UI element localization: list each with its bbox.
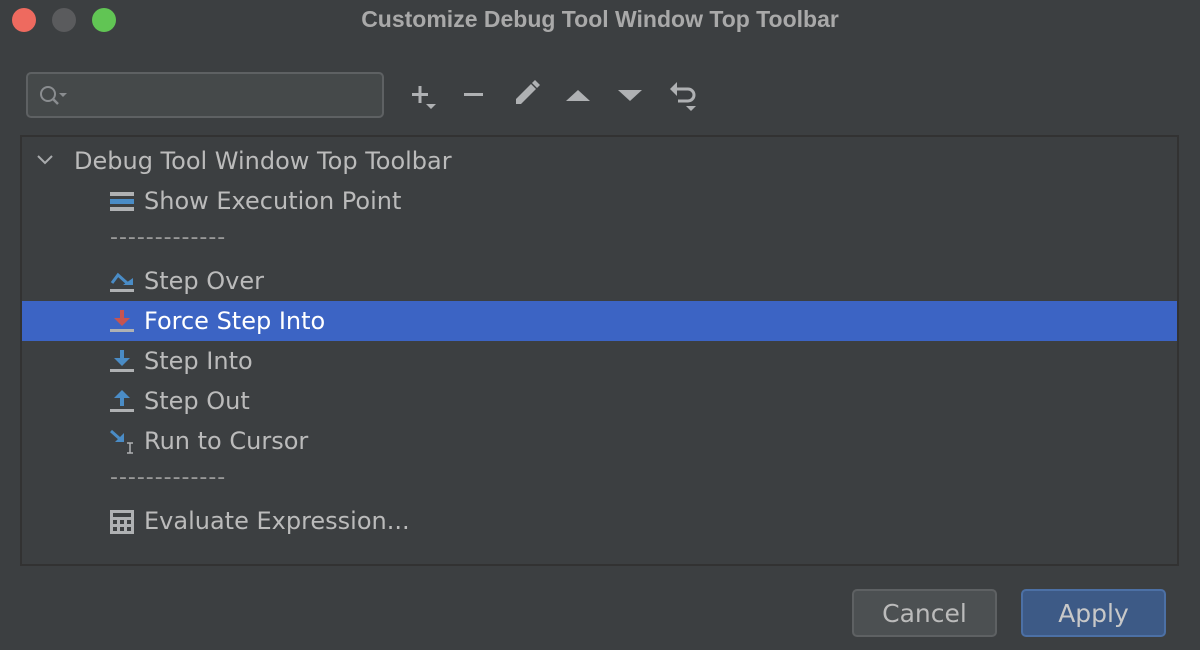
tree-item-label: Show Execution Point <box>144 187 402 215</box>
triangle-up-icon <box>566 90 590 101</box>
triangle-down-icon <box>618 90 642 101</box>
add-button[interactable] <box>406 78 442 114</box>
restore-defaults-button[interactable] <box>666 78 702 114</box>
tree-item-evaluate-expression[interactable]: Evaluate Expression... <box>22 501 1177 541</box>
search-icon[interactable] <box>38 84 68 108</box>
tree-item-show-execution-point[interactable]: Show Execution Point <box>22 181 1177 221</box>
move-down-button[interactable] <box>612 78 648 114</box>
step-over-icon <box>110 272 134 292</box>
step-into-icon <box>110 350 134 372</box>
pencil-icon <box>516 80 540 104</box>
tree-item-label: Step Out <box>144 387 250 415</box>
cancel-button[interactable]: Cancel <box>852 589 997 637</box>
force-step-into-icon <box>110 310 134 332</box>
separator-label: ------------- <box>110 225 227 250</box>
tree-item-step-into[interactable]: Step Into <box>22 341 1177 381</box>
toolbar-actions-tree[interactable]: Debug Tool Window Top Toolbar Show Execu… <box>20 135 1179 566</box>
tree-root-label: Debug Tool Window Top Toolbar <box>74 147 452 175</box>
move-up-button[interactable] <box>560 78 596 114</box>
separator-label: ------------- <box>110 465 227 490</box>
run-to-cursor-icon <box>110 429 133 454</box>
tree-item-force-step-into[interactable]: Force Step Into <box>22 301 1177 341</box>
tree-item-label: Evaluate Expression... <box>144 507 410 535</box>
tree-separator[interactable]: ------------- <box>22 221 1177 261</box>
tree-item-label: Step Into <box>144 347 253 375</box>
tree-root[interactable]: Debug Tool Window Top Toolbar <box>22 141 1177 181</box>
tree-item-label: Force Step Into <box>144 307 326 335</box>
chevron-down-icon[interactable] <box>36 153 54 167</box>
minus-icon <box>464 93 483 96</box>
tree-item-step-out[interactable]: Step Out <box>22 381 1177 421</box>
undo-with-dropdown-icon <box>670 82 696 111</box>
edit-button[interactable] <box>508 78 544 114</box>
step-out-icon <box>110 390 134 412</box>
tree-item-label: Step Over <box>144 267 264 295</box>
apply-button[interactable]: Apply <box>1021 589 1166 637</box>
title-bar: Customize Debug Tool Window Top Toolbar <box>0 0 1200 40</box>
show-execution-point-icon <box>110 192 134 211</box>
tree-item-label: Run to Cursor <box>144 427 309 455</box>
tree-separator[interactable]: ------------- <box>22 461 1177 501</box>
search-field[interactable] <box>26 72 384 118</box>
tree-item-step-over[interactable]: Step Over <box>22 261 1177 301</box>
tree-item-run-to-cursor[interactable]: Run to Cursor <box>22 421 1177 461</box>
plus-with-dropdown-icon <box>412 86 436 109</box>
window-title: Customize Debug Tool Window Top Toolbar <box>361 6 839 32</box>
remove-button[interactable] <box>456 78 492 114</box>
calculator-icon <box>110 510 134 534</box>
search-input[interactable] <box>76 80 380 112</box>
